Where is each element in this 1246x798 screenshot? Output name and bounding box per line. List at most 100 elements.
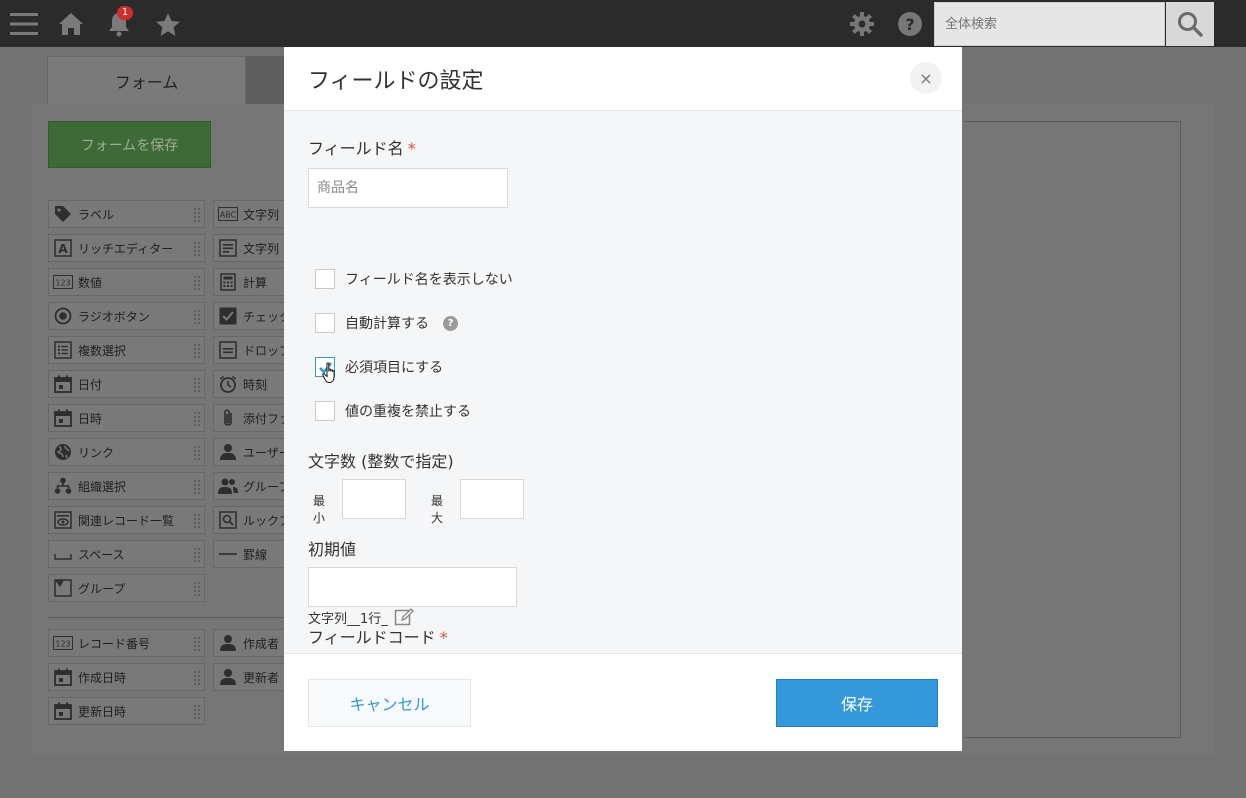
drag-handle-icon[interactable]	[193, 636, 201, 652]
unique-label: 値の重複を禁止する	[345, 404, 471, 420]
field-code-value: 文字列__1行_	[308, 611, 388, 627]
palette-item[interactable]: 組織選択	[48, 472, 205, 500]
hide-field-name-checkbox[interactable]	[315, 269, 335, 289]
user-icon	[218, 633, 238, 653]
palette-divider	[48, 617, 284, 618]
drag-handle-icon[interactable]	[193, 479, 201, 495]
gear-icon[interactable]	[845, 7, 879, 41]
drag-handle-icon[interactable]	[193, 547, 201, 563]
palette-item[interactable]: 計算	[213, 268, 293, 296]
required-checkbox[interactable]	[315, 357, 335, 384]
palette-item[interactable]: 作成者	[213, 629, 293, 657]
palette-item[interactable]: 罫線	[213, 540, 293, 568]
palette-item[interactable]: スペース	[48, 540, 205, 568]
min-chars-input[interactable]	[342, 479, 406, 519]
drag-handle-icon[interactable]	[193, 309, 201, 325]
svg-text:123: 123	[55, 640, 70, 649]
abc-icon: ABC	[218, 204, 238, 224]
user-icon	[218, 442, 238, 462]
star-icon[interactable]	[151, 7, 185, 41]
drag-handle-icon[interactable]	[193, 513, 201, 529]
svg-text:ABC: ABC	[220, 211, 237, 220]
palette-item[interactable]: 文字列（	[213, 234, 293, 262]
checkbox-row-unique[interactable]: 値の重複を禁止する	[315, 400, 471, 422]
drag-handle-icon[interactable]	[193, 241, 201, 257]
palette-item[interactable]: ユーザー	[213, 438, 293, 466]
search-button[interactable]	[1166, 2, 1214, 46]
palette-item[interactable]: 123 数値	[48, 268, 205, 296]
palette-item[interactable]: ラジオボタン	[48, 302, 205, 330]
palette-item[interactable]: 添付ファ	[213, 404, 293, 432]
checkbox-row-required[interactable]: 必須項目にする	[315, 356, 444, 384]
drag-handle-icon[interactable]	[193, 581, 201, 597]
palette-item[interactable]: ABC 文字列（	[213, 200, 293, 228]
group-icon	[53, 578, 73, 598]
user-icon	[218, 667, 238, 687]
drag-handle-icon[interactable]	[193, 445, 201, 461]
palette-item[interactable]: 作成日時	[48, 663, 205, 691]
palette-item[interactable]: ドロップ	[213, 336, 293, 364]
close-button[interactable]: ×	[910, 62, 942, 94]
tab-form[interactable]: フォーム	[47, 56, 246, 104]
palette-item[interactable]: 日時	[48, 404, 205, 432]
org-icon	[53, 476, 73, 496]
palette-item[interactable]: リンク	[48, 438, 205, 466]
edit-field-code-button[interactable]	[394, 607, 414, 627]
line-icon	[218, 544, 238, 564]
palette-item[interactable]: グループ	[48, 574, 205, 602]
field-name-input[interactable]	[308, 168, 508, 208]
drag-handle-icon[interactable]	[193, 343, 201, 359]
svg-text:A: A	[58, 242, 68, 256]
required-mark: *	[407, 139, 416, 158]
clock-icon	[218, 374, 238, 394]
drag-handle-icon[interactable]	[193, 207, 201, 223]
max-chars-input[interactable]	[460, 479, 524, 519]
palette-item[interactable]: グループ	[213, 472, 293, 500]
required-label: 必須項目にする	[345, 360, 444, 376]
palette-item-label: 関連レコード一覧	[78, 513, 175, 528]
notification-badge: 1	[117, 6, 133, 20]
rich-editor-icon: A	[53, 238, 73, 258]
drag-handle-icon[interactable]	[193, 377, 201, 393]
drag-handle-icon[interactable]	[193, 411, 201, 427]
palette-item[interactable]: 関連レコード一覧	[48, 506, 205, 534]
related-records-icon	[53, 510, 73, 530]
drag-handle-icon[interactable]	[193, 704, 201, 720]
global-search-input[interactable]	[934, 2, 1165, 46]
palette-item[interactable]: 更新日時	[48, 697, 205, 725]
auto-calc-label: 自動計算する	[345, 316, 429, 332]
save-button[interactable]: 保存	[776, 679, 938, 727]
auto-calc-checkbox[interactable]	[315, 313, 335, 333]
palette-item[interactable]: 更新者	[213, 663, 293, 691]
help-circle-icon[interactable]: ?	[443, 315, 458, 331]
palette-item[interactable]: A リッチエディター	[48, 234, 205, 262]
palette-item-label: レコード番号	[78, 636, 151, 651]
save-form-button[interactable]: フォームを保存	[48, 121, 211, 168]
default-value-label: 初期値	[308, 540, 357, 559]
palette-item[interactable]: ラベル	[48, 200, 205, 228]
drag-handle-icon[interactable]	[193, 275, 201, 291]
checkbox-row-hide-name[interactable]: フィールド名を表示しない	[315, 268, 513, 290]
dialog-footer: キャンセル 保存	[284, 653, 962, 751]
home-icon[interactable]	[54, 7, 88, 41]
hamburger-menu-icon[interactable]	[7, 7, 41, 41]
palette-item[interactable]: 日付	[48, 370, 205, 398]
palette-item[interactable]: ルックア	[213, 506, 293, 534]
default-value-input[interactable]	[308, 567, 517, 607]
palette-item-label: 更新者	[243, 670, 280, 685]
max-label: 最大	[431, 494, 444, 525]
space-icon	[53, 544, 73, 564]
palette-item-label: 罫線	[243, 547, 268, 562]
palette-item-label: 作成日時	[78, 670, 127, 685]
cancel-button[interactable]: キャンセル	[308, 679, 471, 727]
palette-item[interactable]: 複数選択	[48, 336, 205, 364]
palette-item[interactable]: チェック	[213, 302, 293, 330]
drag-handle-icon[interactable]	[193, 670, 201, 686]
palette-item[interactable]: 123 レコード番号	[48, 629, 205, 657]
checkbox-row-auto-calc[interactable]: 自動計算する ?	[315, 312, 458, 334]
field-name-label: フィールド名 *	[308, 135, 416, 159]
palette-item[interactable]: 時刻	[213, 370, 293, 398]
unique-checkbox[interactable]	[315, 401, 335, 421]
calendar-icon	[53, 374, 73, 394]
help-icon[interactable]: ?	[893, 7, 927, 41]
